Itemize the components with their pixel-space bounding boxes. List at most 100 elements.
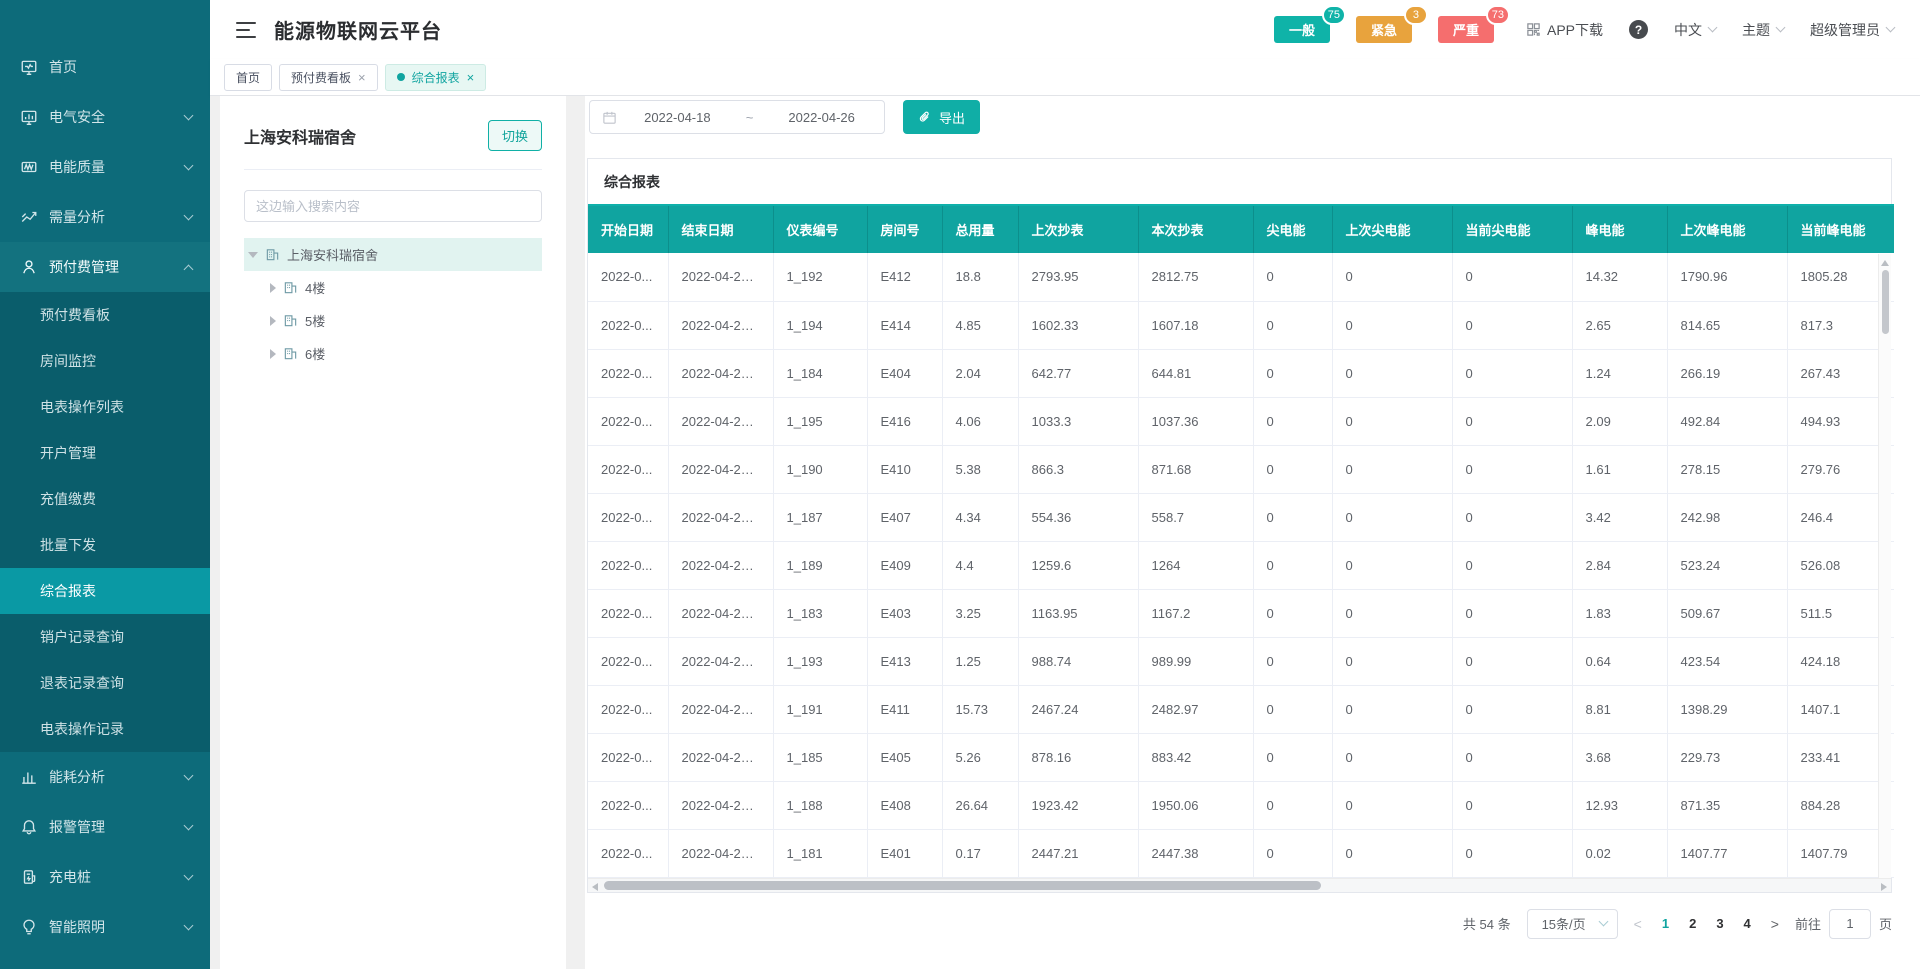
cell-sharp-energy: 0 (1253, 829, 1332, 877)
help-icon[interactable]: ? (1629, 20, 1648, 39)
sidebar-item-electrical-safety[interactable]: 电气安全 (0, 92, 210, 142)
cell-current-sharp-energy: 0 (1452, 781, 1572, 829)
page-button-3[interactable]: 3 (1716, 916, 1723, 931)
sidebar-item-alarm-management[interactable]: 报警管理 (0, 802, 210, 852)
cell-meter-no: 1_183 (773, 589, 867, 637)
scroll-up-icon[interactable] (1881, 260, 1889, 266)
alarm-general-button[interactable]: 一般 75 (1274, 16, 1330, 43)
tree-node-floor6[interactable]: 6楼 (244, 337, 542, 370)
sidebar-subitem-comprehensive-report[interactable]: 综合报表 (0, 568, 210, 614)
report-table: 开始日期 结束日期 仪表编号 房间号 总用量 上次抄表 本次抄表 尖电能 上次尖… (588, 204, 1894, 878)
close-icon[interactable]: × (467, 71, 475, 84)
vertical-scroll-thumb[interactable] (1882, 270, 1889, 334)
cell-sharp-energy: 0 (1253, 541, 1332, 589)
switch-site-button[interactable]: 切换 (488, 120, 542, 151)
page-button-2[interactable]: 2 (1689, 916, 1696, 931)
sidebar-item-label: 充电桩 (49, 867, 185, 887)
alarm-severe-button[interactable]: 严重 73 (1438, 16, 1494, 43)
user-dropdown[interactable]: 超级管理员 (1810, 20, 1894, 40)
table-row: 2022-0... 2022-04-26 ... 1_190 E410 5.38… (588, 445, 1894, 493)
column-header: 本次抄表 (1138, 205, 1253, 253)
alarm-urgent-button[interactable]: 紧急 3 (1356, 16, 1412, 43)
sidebar-item-home[interactable]: 首页 (0, 42, 210, 92)
sidebar-item-power-quality[interactable]: 电能质量 (0, 142, 210, 192)
cell-current-sharp-energy: 0 (1452, 493, 1572, 541)
cell-total-usage: 3.25 (942, 589, 1018, 637)
cell-room-no: E404 (867, 349, 942, 397)
collapse-menu-icon[interactable] (236, 22, 256, 38)
cell-current-reading: 644.81 (1138, 349, 1253, 397)
caret-down-icon[interactable] (248, 252, 258, 258)
caret-right-icon[interactable] (270, 349, 276, 359)
cell-room-no: E409 (867, 541, 942, 589)
sidebar-subitem-batch-dispatch[interactable]: 批量下发 (0, 522, 210, 568)
sidebar-subitem-account-opening[interactable]: 开户管理 (0, 430, 210, 476)
cell-end-date: 2022-04-26 ... (668, 781, 773, 829)
cell-peak-energy: 14.32 (1572, 253, 1667, 301)
scroll-right-icon[interactable] (1881, 883, 1887, 891)
topbar-right: 一般 75 紧急 3 严重 73 APP下载 ? (1274, 16, 1894, 43)
start-date-value[interactable]: 2022-04-18 (627, 110, 728, 125)
cell-sharp-energy: 0 (1253, 445, 1332, 493)
cell-total-usage: 5.38 (942, 445, 1018, 493)
horizontal-scroll-thumb[interactable] (604, 881, 1321, 890)
sidebar-subitem-prepaid-dashboard[interactable]: 预付费看板 (0, 292, 210, 338)
site-title: 上海安科瑞宿舍 (244, 124, 356, 148)
building-icon (283, 313, 298, 328)
cell-peak-energy: 3.42 (1572, 493, 1667, 541)
horizontal-scrollbar[interactable] (588, 878, 1891, 892)
page-button-1[interactable]: 1 (1662, 916, 1669, 931)
sidebar-item-energy-analysis[interactable]: 能耗分析 (0, 752, 210, 802)
tree-node-root[interactable]: 上海安科瑞宿舍 (244, 238, 542, 271)
tab-comprehensive-report[interactable]: 综合报表 × (385, 64, 487, 91)
tree-search-input[interactable] (244, 190, 542, 222)
next-page-button[interactable]: > (1771, 916, 1779, 932)
sidebar-subitem-meter-return-query[interactable]: 退表记录查询 (0, 660, 210, 706)
end-date-value[interactable]: 2022-04-26 (771, 110, 872, 125)
cell-end-date: 2022-04-26 ... (668, 733, 773, 781)
column-header: 上次尖电能 (1332, 205, 1452, 253)
theme-dropdown[interactable]: 主题 (1742, 20, 1784, 40)
tab-home[interactable]: 首页 (224, 64, 272, 91)
cell-current-sharp-energy: 0 (1452, 397, 1572, 445)
tree-node-floor4[interactable]: 4楼 (244, 271, 542, 304)
sidebar-item-prepaid-management[interactable]: 预付费管理 (0, 242, 210, 292)
sidebar-subitem-meter-operation-record[interactable]: 电表操作记录 (0, 706, 210, 752)
caret-right-icon[interactable] (270, 316, 276, 326)
page-button-4[interactable]: 4 (1744, 916, 1751, 931)
prepaid-user-icon (20, 258, 38, 276)
page-title: 能源物联网云平台 (274, 15, 442, 44)
cell-total-usage: 4.4 (942, 541, 1018, 589)
date-range-picker[interactable]: 2022-04-18 ~ 2022-04-26 (589, 100, 885, 134)
cell-room-no: E410 (867, 445, 942, 493)
prev-page-button[interactable]: < (1634, 916, 1642, 932)
sidebar-item-smart-lighting[interactable]: 智能照明 (0, 902, 210, 952)
sidebar-subitem-room-monitor[interactable]: 房间监控 (0, 338, 210, 384)
page-size-select[interactable]: 15条/页 (1527, 909, 1618, 939)
chevron-down-icon (1886, 23, 1896, 33)
tab-prepaid-dashboard[interactable]: 预付费看板 × (279, 64, 378, 91)
sidebar-subitem-meter-operation-list[interactable]: 电表操作列表 (0, 384, 210, 430)
scroll-left-icon[interactable] (592, 883, 598, 891)
sidebar-item-charging-pile[interactable]: 充电桩 (0, 852, 210, 902)
cell-room-no: E414 (867, 301, 942, 349)
language-label: 中文 (1674, 20, 1702, 40)
tree-node-floor5[interactable]: 5楼 (244, 304, 542, 337)
goto-page-input[interactable] (1829, 909, 1871, 939)
vertical-scrollbar[interactable] (1878, 254, 1891, 878)
column-header: 仪表编号 (773, 205, 867, 253)
close-icon[interactable]: × (358, 71, 366, 84)
app-download-link[interactable]: APP下载 (1526, 20, 1603, 40)
export-button[interactable]: 导出 (903, 100, 980, 134)
subitem-label: 销户记录查询 (40, 627, 124, 647)
cell-peak-energy: 2.09 (1572, 397, 1667, 445)
cell-last-sharp-energy: 0 (1332, 301, 1452, 349)
sidebar-subitem-account-closing-query[interactable]: 销户记录查询 (0, 614, 210, 660)
sidebar-subitem-recharge-payment[interactable]: 充值缴费 (0, 476, 210, 522)
tree-panel: 上海安科瑞宿舍 切换 上海安科瑞宿舍 4楼 (220, 96, 566, 969)
column-header: 上次峰电能 (1667, 205, 1787, 253)
caret-right-icon[interactable] (270, 283, 276, 293)
language-dropdown[interactable]: 中文 (1674, 20, 1716, 40)
sidebar-item-demand-analysis[interactable]: 需量分析 (0, 192, 210, 242)
chevron-down-icon (184, 870, 194, 880)
